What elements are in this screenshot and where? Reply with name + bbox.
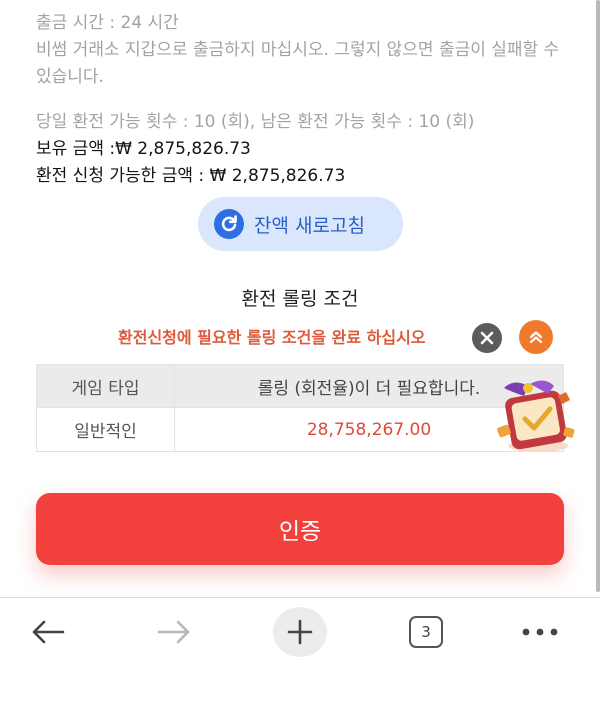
withdraw-time: 출금 시간 : 24 시간 <box>36 13 179 33</box>
header-game-type: 게임 타입 <box>37 365 175 407</box>
new-tab-button[interactable] <box>273 607 327 657</box>
withdraw-info: 출금 시간 : 24 시간 비썸 거래소 지갑으로 출금하지 마십시오. 그렇지… <box>36 10 566 190</box>
gift-box-icon[interactable] <box>494 374 580 456</box>
rolling-title: 환전 롤링 조건 <box>241 288 359 310</box>
rolling-notice: 환전신청에 필요한 롤링 조건을 완료 하십시오 <box>118 328 426 347</box>
refresh-balance-label: 잔액 새로고침 <box>254 214 365 237</box>
scroll-top-button[interactable] <box>519 320 553 354</box>
available-amount: 환전 신청 가능한 금액 : ₩ 2,875,826.73 <box>36 166 346 186</box>
browser-toolbar: 3 <box>0 597 600 665</box>
back-button[interactable] <box>20 610 76 654</box>
table-row: 일반적인 28,758,267.00 <box>37 408 563 451</box>
game-type-cell: 일반적인 <box>37 408 175 451</box>
forward-arrow-icon <box>157 620 190 644</box>
plus-icon <box>287 619 313 645</box>
double-chevron-up-icon <box>529 331 543 344</box>
withdraw-count: 당일 환전 가능 횟수 : 10 (회), 남은 환전 가능 횟수 : 10 (… <box>36 112 475 132</box>
forward-button[interactable] <box>146 610 202 654</box>
verify-label: 인증 <box>278 519 322 545</box>
back-arrow-icon <box>32 620 65 644</box>
more-icon <box>522 628 558 636</box>
refresh-balance-button[interactable]: 잔액 새로고침 <box>198 197 403 251</box>
table-header-row: 게임 타입 롤링 (회전율)이 더 필요합니다. <box>37 365 563 408</box>
close-icon <box>480 331 494 345</box>
refresh-icon <box>214 209 244 239</box>
balance-amount: 보유 금액 :₩ 2,875,826.73 <box>36 139 251 159</box>
verify-button[interactable]: 인증 <box>36 493 564 565</box>
more-menu-button[interactable] <box>512 610 568 654</box>
withdraw-warning: 비썸 거래소 지갑으로 출금하지 마십시오. 그렇지 않으면 출금이 실패할 수… <box>36 40 560 87</box>
tabs-icon: 3 <box>409 616 443 648</box>
rolling-requirements-table: 게임 타입 롤링 (회전율)이 더 필요합니다. 일반적인 28,758,267… <box>36 364 564 452</box>
close-button[interactable] <box>472 323 502 353</box>
tabs-button[interactable]: 3 <box>398 610 454 654</box>
